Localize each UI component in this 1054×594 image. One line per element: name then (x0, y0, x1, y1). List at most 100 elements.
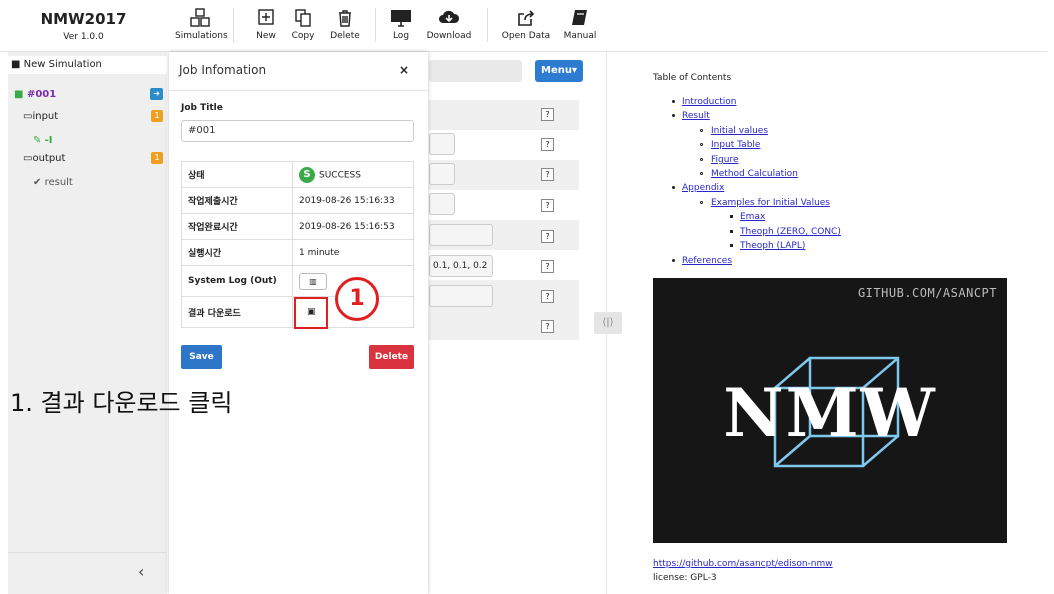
toc-link-initial-values[interactable]: Initial values (711, 126, 768, 136)
simulation-id: #001 (26, 89, 57, 100)
bullet (730, 230, 733, 233)
copy-button[interactable]: Copy (288, 8, 318, 41)
run-time-value: 1 minute (292, 239, 414, 266)
status-value: SUCCESS (319, 170, 361, 180)
end-time-value: 2019-08-26 15:16:53 (292, 213, 414, 240)
divider (233, 8, 234, 42)
toc-link-theoph-lapl[interactable]: Theoph (LAPL) (740, 241, 805, 251)
toc-link-method-calculation[interactable]: Method Calculation (711, 169, 798, 179)
share-icon (518, 10, 535, 26)
sidebar-item-input[interactable]: ▭input 1 (8, 108, 167, 126)
parameter-field[interactable] (429, 193, 455, 215)
manual-button[interactable]: Manual (563, 8, 597, 41)
input-count-badge: 1 (151, 110, 163, 122)
help-icon[interactable]: ? (541, 168, 554, 181)
simulations-button[interactable]: Simulations (175, 8, 228, 41)
job-title-input[interactable]: #001 (181, 120, 414, 142)
toc-link-examples[interactable]: Examples for Initial Values (711, 198, 830, 208)
save-button[interactable]: Save (181, 345, 222, 369)
table-row: 작업제출시간 2019-08-26 15:16:33 (181, 187, 414, 214)
parameter-field[interactable] (429, 163, 455, 185)
monitor-icon (391, 10, 411, 27)
divider (169, 90, 428, 91)
toc-link-emax[interactable]: Emax (740, 212, 765, 222)
bullet (672, 259, 675, 262)
help-icon[interactable]: ? (541, 320, 554, 333)
delete-label: Delete (330, 31, 360, 41)
modal-title: Job Infomation (179, 63, 267, 77)
input-file-label: -I (44, 135, 53, 146)
parameter-field[interactable] (429, 285, 493, 307)
trash-icon (339, 10, 351, 27)
divider (487, 8, 488, 42)
result-download-key: 결과 다운로드 (181, 296, 293, 328)
table-row: 작업완료시간 2019-08-26 15:16:53 (181, 213, 414, 240)
copy-label: Copy (291, 31, 315, 41)
table-row (429, 310, 579, 340)
app-name: NMW2017 (40, 10, 127, 28)
log-button[interactable]: Log (387, 8, 415, 41)
step-marker: 1 (335, 277, 379, 321)
sidebar-item-result[interactable]: ✔ result (8, 174, 167, 192)
close-icon[interactable]: × (399, 63, 409, 77)
help-icon[interactable]: ? (541, 138, 554, 151)
simulation-status-icon: ■ (14, 89, 27, 100)
new-simulation-label: New Simulation (23, 59, 102, 70)
status-value-cell: S SUCCESS (292, 161, 414, 188)
toc-link-result[interactable]: Result (682, 111, 710, 121)
toc-title: Table of Contents (653, 73, 732, 83)
chevron-left-icon[interactable]: ‹ (138, 562, 144, 581)
input-label: input (32, 111, 59, 122)
bullet (730, 244, 733, 247)
sidebar-item-simulation[interactable]: ■ #001 ➔ (8, 86, 167, 104)
sidebar-item-output[interactable]: ▭output 1 (8, 150, 167, 168)
new-button[interactable]: New (251, 8, 281, 41)
help-icon[interactable]: ? (541, 260, 554, 273)
brand: NMW2017 Ver 1.0.0 (0, 0, 167, 52)
result-label: result (44, 177, 73, 188)
delete-job-button[interactable]: Delete (369, 345, 414, 369)
job-title-label: Job Title (181, 103, 223, 113)
logo-text: NMW (723, 374, 937, 452)
toc-link-figure[interactable]: Figure (711, 155, 738, 165)
new-simulation-item[interactable]: ■ New Simulation (8, 56, 167, 74)
delete-button[interactable]: Delete (328, 8, 362, 41)
bullet (672, 114, 675, 117)
bullet (672, 186, 675, 189)
table-row: 상태 S SUCCESS (181, 161, 414, 188)
help-icon[interactable]: ? (541, 290, 554, 303)
open-data-button[interactable]: Open Data (501, 8, 551, 41)
repo-link[interactable]: https://github.com/asancpt/edison-nmw (653, 559, 833, 569)
open-data-label: Open Data (501, 31, 551, 41)
toc-link-theoph-zero[interactable]: Theoph (ZERO, CONC) (740, 227, 841, 237)
end-time-key: 작업완료시간 (181, 213, 293, 240)
system-log-key: System Log (Out) (181, 265, 293, 297)
download-button[interactable]: Download (425, 8, 473, 41)
plus-square-icon (258, 9, 274, 25)
go-arrow-icon[interactable]: ➔ (150, 88, 163, 100)
help-icon[interactable]: ? (541, 108, 554, 121)
simulations-label: Simulations (175, 31, 228, 41)
bullet (672, 100, 675, 103)
output-count-badge: 1 (151, 152, 163, 164)
job-information-modal: Job Infomation × Job Title #001 상태 S SUCC… (169, 52, 428, 594)
bar-chart-icon[interactable]: ▥ (299, 272, 327, 290)
manual-label: Manual (563, 31, 597, 41)
menu-button[interactable]: Menu▾ (535, 60, 583, 82)
bullet (700, 129, 703, 132)
submit-time-key: 작업제출시간 (181, 187, 293, 214)
help-icon[interactable]: ? (541, 230, 554, 243)
parameter-field[interactable] (429, 224, 493, 246)
parameter-field[interactable] (429, 133, 455, 155)
search-input[interactable] (429, 60, 522, 82)
toc-link-input-table[interactable]: Input Table (711, 140, 760, 150)
table-row: 실행시간 1 minute (181, 239, 414, 266)
toc-link-references[interactable]: References (682, 256, 732, 266)
highlight-box (294, 297, 328, 329)
help-icon[interactable]: ? (541, 199, 554, 212)
toc-link-introduction[interactable]: Introduction (682, 97, 737, 107)
sidebar-item-input-file[interactable]: ✎ -I (8, 132, 167, 150)
parameter-field[interactable]: 0.1, 0.1, 0.2 (429, 255, 493, 277)
logo-site-text: GITHUB.COM/ASANCPT (857, 286, 997, 300)
toc-link-appendix[interactable]: Appendix (682, 183, 724, 193)
